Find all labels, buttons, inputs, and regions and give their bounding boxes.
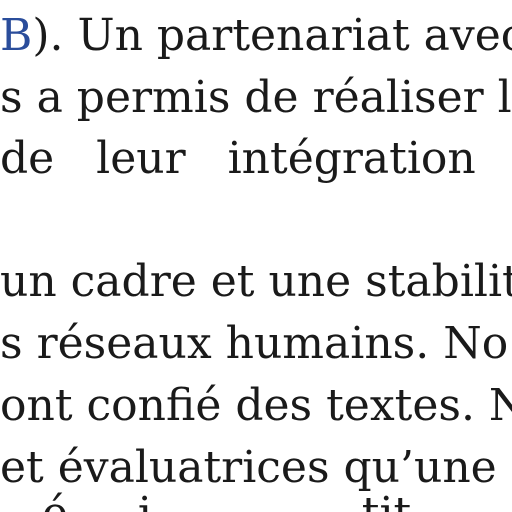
text-line-6: ont confié des textes. N bbox=[0, 380, 512, 431]
text-line-1: B). Un partenariat avec bbox=[0, 14, 512, 58]
text-line-5: s réseaux humains. No bbox=[0, 318, 509, 369]
reference-link[interactable]: B bbox=[0, 10, 32, 61]
text-line-4: un cadre et une stabilit bbox=[0, 256, 512, 307]
text-line-8-partial: é i tit bbox=[0, 492, 411, 512]
text-line-3: de leur intégration bbox=[0, 133, 476, 184]
text-line-7: et évaluatrices qu’une l bbox=[0, 442, 512, 493]
text-line-1-rest: ). Un partenariat avec bbox=[32, 10, 512, 61]
document-page: B). Un partenariat avec s a permis de ré… bbox=[0, 0, 512, 512]
text-line-2: s a permis de réaliser l bbox=[0, 72, 512, 123]
